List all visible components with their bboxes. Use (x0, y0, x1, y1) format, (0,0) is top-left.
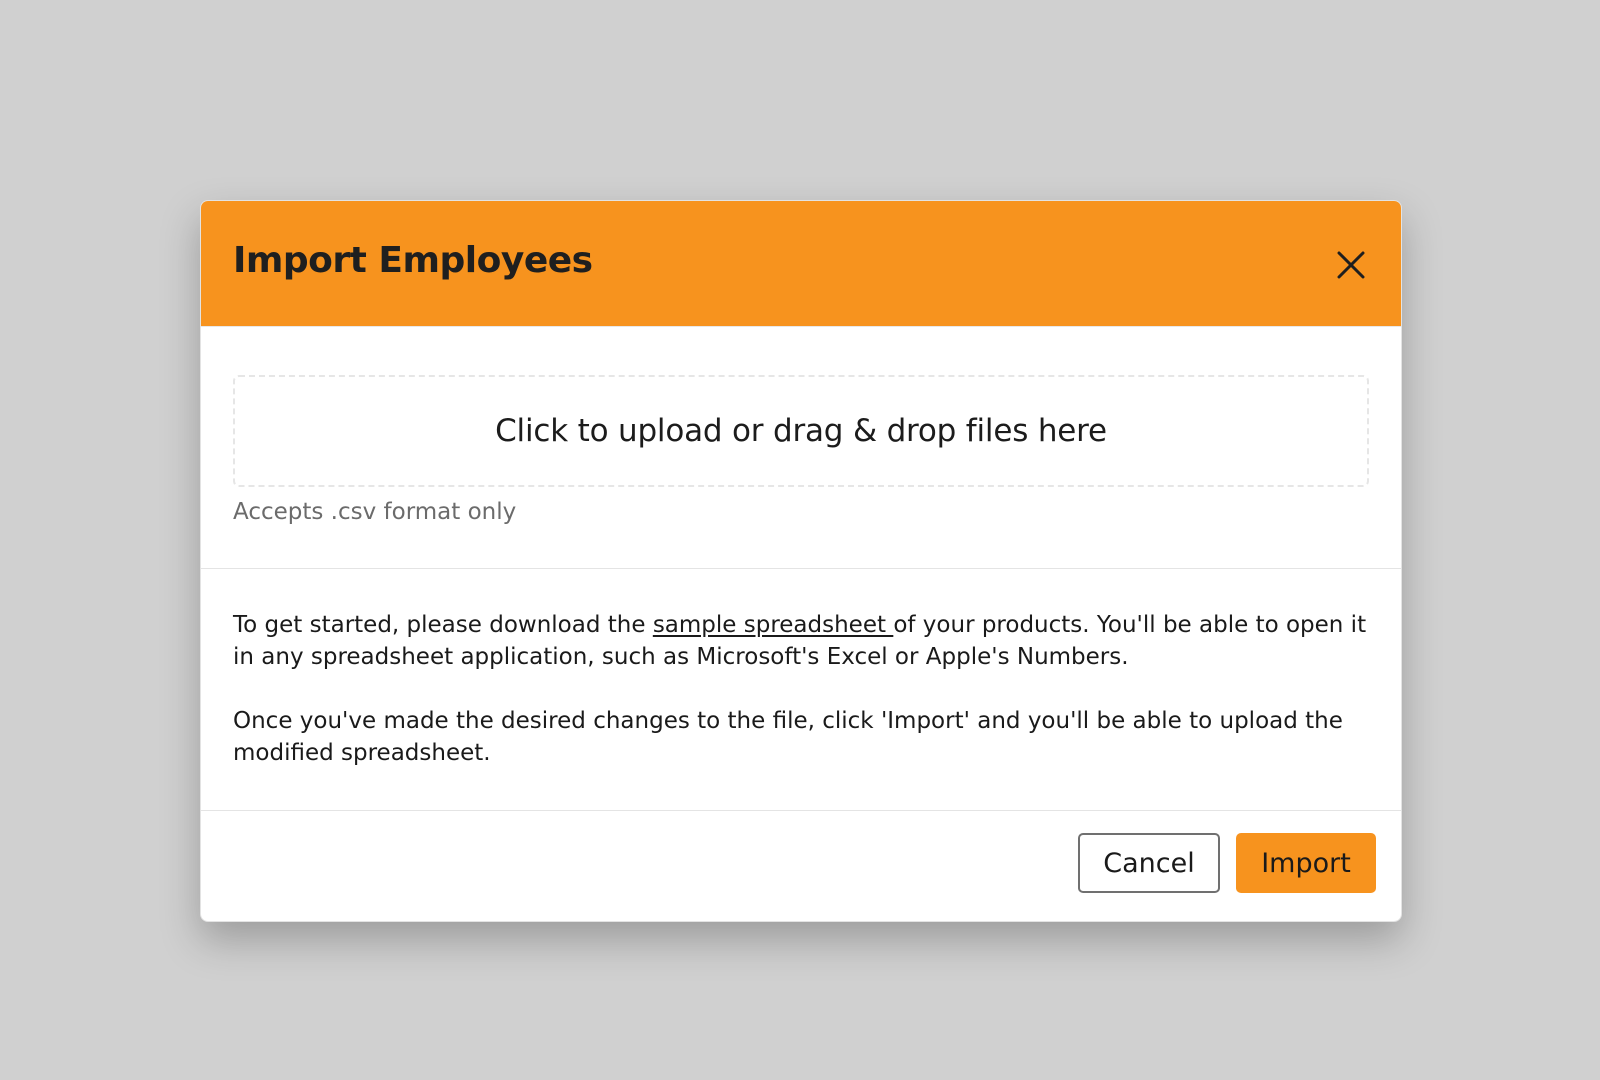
import-employees-dialog: Import Employees Click to upload or drag… (200, 200, 1402, 922)
dialog-title: Import Employees (233, 240, 593, 281)
import-button[interactable]: Import (1236, 833, 1376, 893)
dialog-footer: Cancel Import (201, 811, 1401, 921)
dialog-header: Import Employees (201, 201, 1401, 327)
cancel-button[interactable]: Cancel (1078, 833, 1220, 893)
upload-section: Click to upload or drag & drop files her… (201, 327, 1401, 569)
dropzone-label: Click to upload or drag & drop files her… (495, 413, 1107, 449)
instructions-paragraph-1: To get started, please download the samp… (233, 609, 1369, 673)
instructions-paragraph-2: Once you've made the desired changes to … (233, 708, 1343, 766)
close-icon (1331, 245, 1371, 285)
sample-spreadsheet-link[interactable]: sample spreadsheet (653, 612, 894, 638)
file-dropzone[interactable]: Click to upload or drag & drop files her… (233, 375, 1369, 487)
instructions-section: To get started, please download the samp… (201, 569, 1401, 811)
close-button[interactable] (1331, 245, 1371, 285)
upload-format-hint: Accepts .csv format only (233, 499, 517, 525)
instructions-text-before-link: To get started, please download the (233, 612, 653, 638)
